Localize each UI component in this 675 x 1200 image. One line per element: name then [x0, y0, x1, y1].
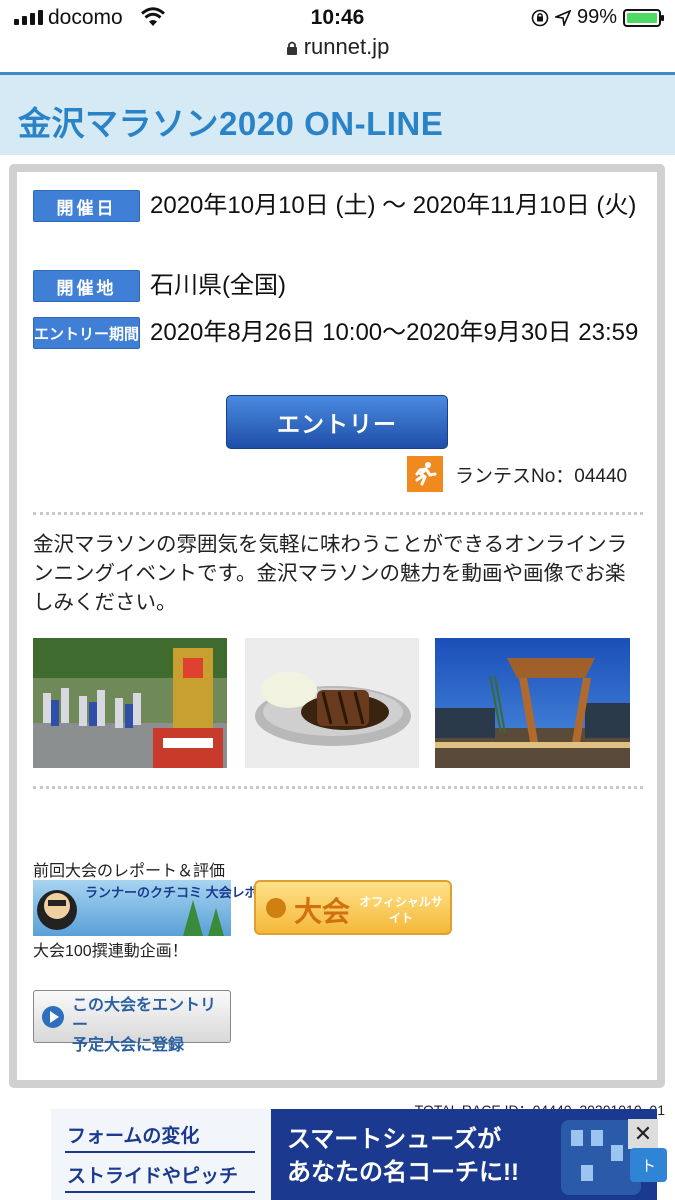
url-domain: runnet.jp [303, 34, 390, 59]
ad-left-line2: ストライドやピッチ [67, 1166, 239, 1187]
event-venue-tag: 開催地 [33, 270, 140, 302]
tsuzumi-gate-photo[interactable] [435, 638, 630, 768]
dotted-divider [33, 512, 643, 515]
ad-headline-line1: スマートシューズが [287, 1126, 502, 1153]
runtes-number: ランテスNo：04440 [407, 456, 627, 492]
runtes-number-text: ランテスNo：04440 [455, 465, 628, 487]
url-bar[interactable]: runnet.jp [0, 34, 675, 68]
dotted-divider-2 [33, 786, 643, 789]
register-button-line1: この大会をエントリー [72, 997, 217, 1034]
event-date-tag: 開催日 [33, 190, 140, 222]
official-site-banner[interactable]: 大会 オフィシャルサイト [254, 880, 452, 935]
entry-period-row: エントリー期間 2020年8月26日 10:00〜2020年9月30日 23:5… [33, 317, 640, 349]
official-site-banner-sub: オフィシャルサイト [359, 895, 443, 925]
event-date-value: 2020年10月10日 (土) 〜 2020年11月10日 (火) [150, 192, 637, 219]
ad-divider [65, 1151, 255, 1153]
event-venue-value: 石川県(全国) [150, 272, 286, 299]
location-arrow-icon [554, 9, 571, 26]
report-label: 前回大会のレポート＆評価 [33, 863, 226, 880]
page-header: 金沢マラソン2020 ON-LINE [0, 75, 675, 155]
status-bar: docomo 10:46 99% [0, 0, 675, 36]
battery-percent: 99% [576, 6, 617, 28]
entry-period-tag: エントリー期間 [33, 317, 140, 349]
entry-period-value: 2020年8月26日 10:00〜2020年9月30日 23:59 [150, 319, 639, 346]
battery-fill [627, 12, 657, 23]
runner-review-banner[interactable]: ランナーのクチコミ 大会レポ [33, 880, 258, 936]
runner-review-banner-text: ランナーのクチコミ 大会レポ [85, 885, 258, 900]
official-site-banner-main: 大会 [294, 896, 351, 927]
event-date-row: 開催日 2020年10月10日 (土) 〜 2020年11月10日 (火) [33, 190, 640, 222]
register-planned-race-button[interactable]: この大会をエントリー 予定大会に登録 [33, 990, 231, 1054]
ad-banner[interactable]: フォームの変化 ストライドやピッチ スマートシューズが あなたの名コーチに!! [51, 1109, 657, 1200]
page-title: 金沢マラソン2020 ON-LINE [18, 105, 444, 142]
ad-headline: スマートシューズが あなたの名コーチに!! [287, 1123, 519, 1189]
event-description: 金沢マラソンの雰囲気を気軽に味わうことができるオンラインランニングイベントです。… [33, 533, 628, 614]
lock-icon [286, 41, 297, 56]
play-circle-icon [42, 1006, 64, 1028]
ad-divider [65, 1191, 255, 1193]
battery-icon [623, 8, 664, 27]
underlying-button-peek[interactable]: ト [630, 1148, 667, 1182]
register-button-line2: 予定大会に登録 [72, 1037, 185, 1054]
status-right-group: 99% [531, 6, 664, 29]
entry-button[interactable]: エントリー [226, 395, 448, 449]
runner-icon [407, 456, 443, 492]
marathon-runners-photo[interactable] [33, 638, 227, 768]
ad-left-line1: フォームの変化 [67, 1126, 200, 1147]
register-button-text: この大会をエントリー 予定大会に登録 [72, 996, 230, 1056]
orientation-lock-icon [531, 9, 549, 26]
ad-headline-line2: あなたの名コーチに!! [287, 1159, 519, 1186]
ad-left-panel: フォームの変化 ストライドやピッチ [51, 1109, 271, 1200]
play-circle-icon [266, 898, 286, 918]
katsu-curry-photo[interactable] [245, 638, 419, 768]
hundred-label: 大会100撰連動企画！ [33, 943, 188, 960]
ad-close-icon[interactable]: ✕ [628, 1119, 658, 1149]
event-venue-row: 開催地 石川県(全国) [33, 270, 640, 302]
